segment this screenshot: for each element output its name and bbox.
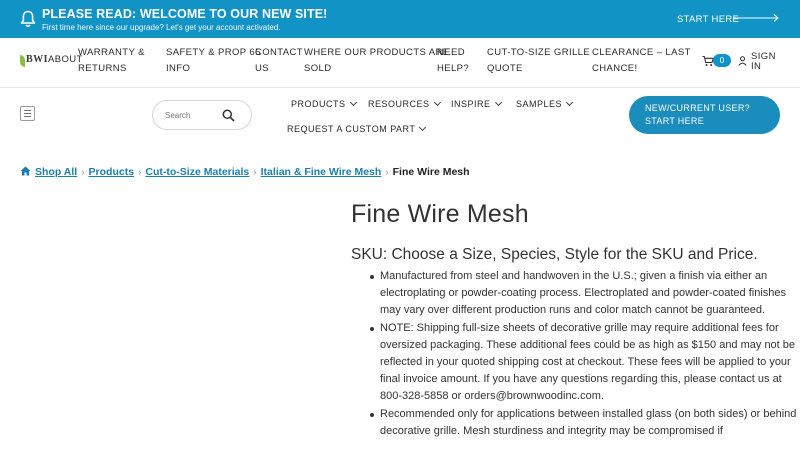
search-input[interactable]: [165, 109, 207, 121]
main-nav: PRODUCTS RESOURCES INSPIRE SAMPLES REQUE…: [0, 88, 800, 146]
cta-line2: START HERE: [645, 116, 705, 126]
breadcrumb-separator: ›: [385, 167, 389, 178]
menu-resources[interactable]: RESOURCES: [368, 98, 441, 109]
nav-label-line1: WHERE OUR PRODUCTS ARE: [304, 47, 450, 58]
announcement-subtitle: First time here since our upgrade? Let's…: [42, 23, 281, 32]
chevron-down-icon: [349, 98, 357, 107]
breadcrumb-products[interactable]: Products: [89, 166, 135, 178]
nav-label-line1: CLEARANCE – LAST: [592, 47, 691, 58]
top-nav: BWI ABOUT WARRANTY & RETURNS SAFETY & PR…: [0, 38, 800, 88]
nav-label-line1: NEED: [437, 47, 465, 58]
nav-warranty-returns[interactable]: WARRANTY & RETURNS: [78, 45, 145, 77]
breadcrumb: Shop All › Products › Cut-to-Size Materials ›…: [20, 166, 470, 178]
menu-resources-label: RESOURCES: [368, 99, 430, 109]
menu-samples[interactable]: SAMPLES: [516, 98, 574, 109]
chevron-down-icon: [419, 123, 427, 132]
product-features-list: Manufactured from steel and handwoven in…: [370, 268, 800, 440]
menu-products[interactable]: PRODUCTS: [291, 98, 357, 109]
list-item: NOTE: Shipping full-size sheets of decor…: [370, 320, 800, 406]
home-icon[interactable]: [20, 166, 31, 176]
sign-in-line2: IN: [751, 61, 762, 72]
leaf-icon: [20, 55, 25, 67]
new-current-user-button[interactable]: NEW/CURRENT USER? START HERE: [629, 96, 780, 134]
menu-samples-label: SAMPLES: [516, 99, 563, 109]
nav-label-line2: QUOTE: [487, 63, 523, 74]
nav-label-line1: WARRANTY &: [78, 47, 145, 58]
announcement-title: PLEASE READ: WELCOME TO OUR NEW SITE!: [42, 7, 328, 21]
menu-inspire[interactable]: INSPIRE: [451, 98, 502, 109]
menu-request-custom-part-label: REQUEST A CUSTOM PART: [287, 124, 416, 134]
nav-label-line2: RETURNS: [78, 63, 127, 74]
menu-products-label: PRODUCTS: [291, 99, 346, 109]
menu-request-custom-part[interactable]: REQUEST A CUSTOM PART: [287, 123, 427, 134]
menu-icon[interactable]: [20, 106, 35, 121]
nav-clearance[interactable]: CLEARANCE – LAST CHANCE!: [592, 45, 691, 77]
nav-where-sold[interactable]: WHERE OUR PRODUCTS ARE SOLD: [304, 45, 450, 77]
nav-cut-to-size-quote[interactable]: CUT-TO-SIZE GRILLE QUOTE: [487, 45, 590, 77]
breadcrumb-separator: ›: [253, 167, 257, 178]
sign-in-link[interactable]: SIGN IN: [751, 52, 776, 72]
sku-text: SKU: Choose a Size, Species, Style for t…: [351, 246, 758, 263]
breadcrumb-cut-to-size[interactable]: Cut-to-Size Materials: [145, 166, 249, 178]
nav-label-line1: CONTACT: [255, 47, 304, 58]
chevron-down-icon: [433, 98, 441, 107]
breadcrumb-shop-all[interactable]: Shop All: [35, 166, 77, 178]
logo-text: BWI: [26, 54, 49, 65]
cta-line1: NEW/CURRENT USER?: [645, 103, 750, 113]
nav-need-help[interactable]: NEED HELP?: [437, 45, 469, 77]
nav-safety-prop65[interactable]: SAFETY & PROP 65 INFO: [166, 45, 261, 77]
nav-label-line2: CHANCE!: [592, 63, 638, 74]
nav-contact-us[interactable]: CONTACT US: [255, 45, 303, 77]
search-box[interactable]: [152, 100, 252, 130]
product-title: Fine Wire Mesh: [351, 200, 529, 228]
chevron-down-icon: [565, 98, 574, 107]
cart-count-badge[interactable]: 0: [713, 54, 731, 67]
nav-label-line2: INFO: [166, 63, 191, 74]
nav-label-line2: US: [255, 63, 269, 74]
nav-label-line1: CUT-TO-SIZE GRILLE: [487, 47, 591, 58]
list-item: Recommended only for applications betwee…: [370, 406, 800, 440]
nav-label-line2: SOLD: [304, 63, 332, 74]
nav-label-line1: SAFETY & PROP 65: [166, 47, 261, 58]
bwi-logo[interactable]: BWI: [20, 54, 48, 68]
breadcrumb-italian-wire-mesh[interactable]: Italian & Fine Wire Mesh: [261, 166, 382, 178]
nav-label-line2: HELP?: [437, 63, 470, 74]
menu-inspire-label: INSPIRE: [451, 99, 491, 109]
user-icon[interactable]: [738, 56, 747, 66]
start-here-link[interactable]: START HERE: [677, 14, 739, 25]
search-icon[interactable]: [222, 109, 235, 122]
announcement-bar: PLEASE READ: WELCOME TO OUR NEW SITE! Fi…: [0, 0, 800, 38]
bell-icon: [20, 10, 36, 28]
breadcrumb-separator: ›: [138, 167, 142, 178]
arrow-right-icon[interactable]: [734, 13, 780, 23]
breadcrumb-separator: ›: [81, 167, 85, 178]
breadcrumb-current: Fine Wire Mesh: [392, 166, 470, 178]
list-item: Manufactured from steel and handwoven in…: [370, 268, 800, 320]
chevron-down-icon: [494, 98, 502, 107]
